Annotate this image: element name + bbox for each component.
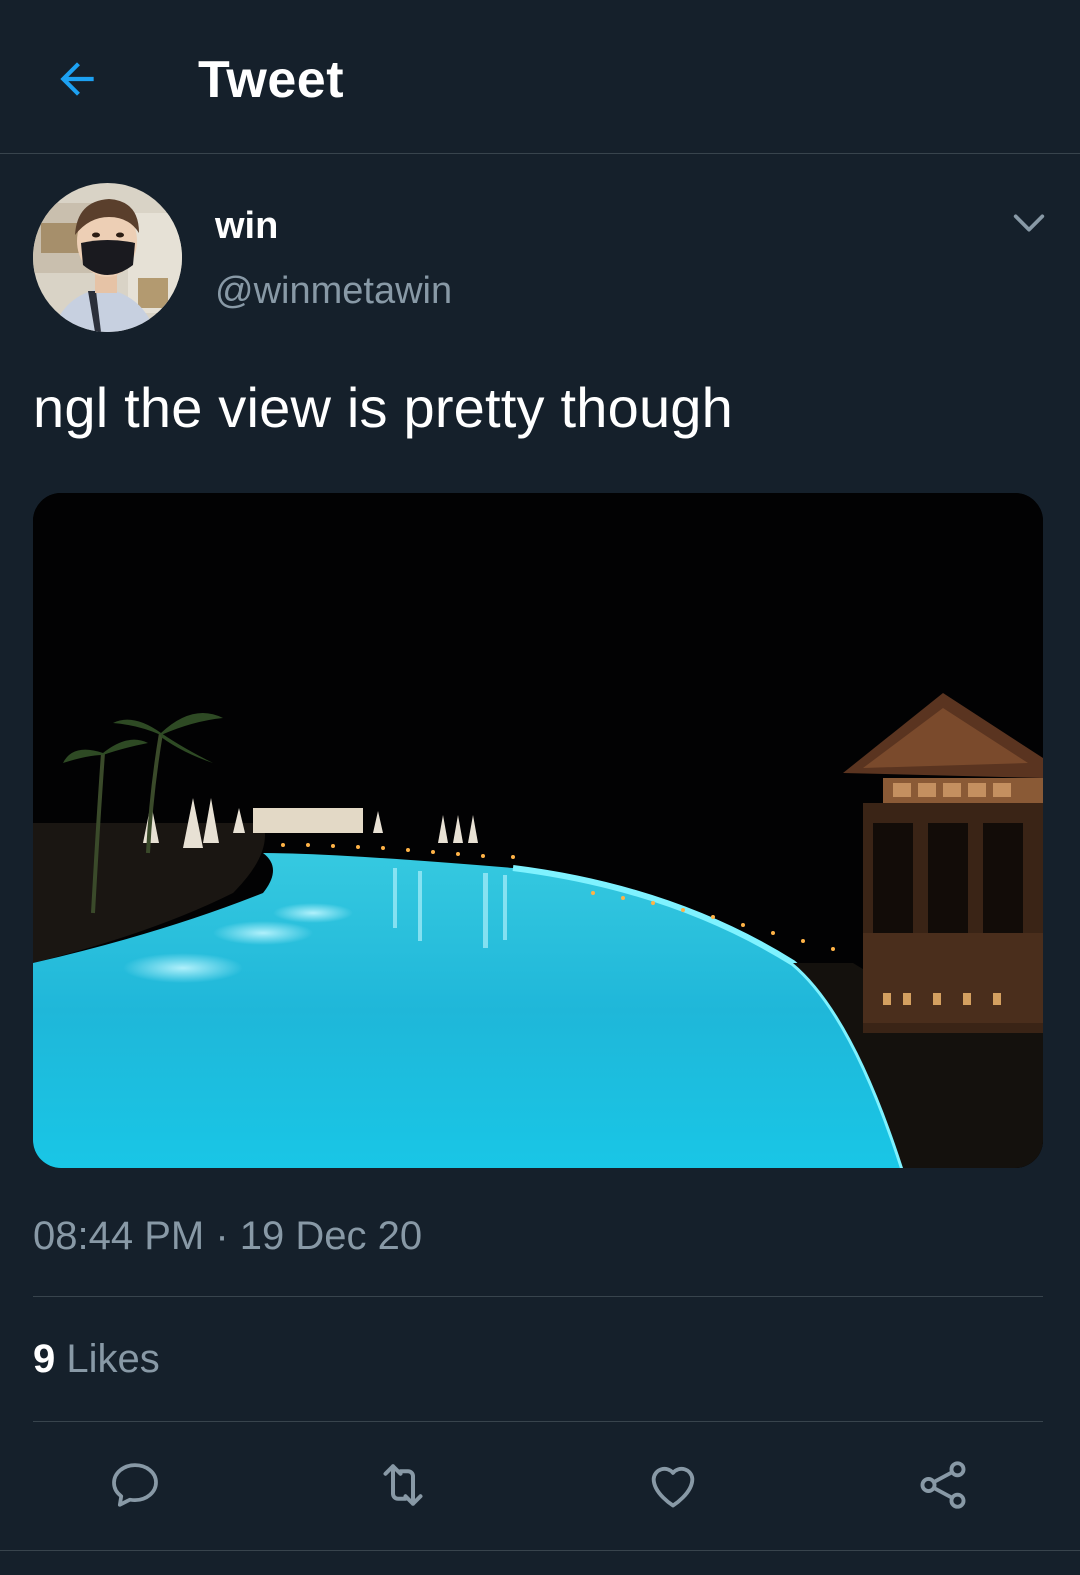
likes-label: Likes [66, 1337, 160, 1381]
night-pool-photo [33, 493, 1043, 1168]
share-button[interactable] [910, 1452, 976, 1518]
author-name[interactable]: win [215, 204, 278, 248]
share-icon [920, 1461, 966, 1509]
chevron-down-icon [1013, 214, 1045, 232]
page-title: Tweet [198, 51, 345, 109]
retweet-icon [383, 1464, 423, 1506]
avatar[interactable] [33, 183, 182, 332]
reply-button[interactable] [102, 1452, 168, 1518]
retweet-button[interactable] [370, 1452, 436, 1518]
divider [33, 1296, 1043, 1297]
back-button[interactable] [46, 48, 108, 110]
tweet-date: 19 Dec 20 [239, 1214, 423, 1258]
tweet-media[interactable] [33, 493, 1043, 1168]
likes-stat[interactable]: 9 Likes [33, 1335, 160, 1383]
avatar-photo [33, 183, 182, 332]
divider [0, 1550, 1080, 1551]
tweet-time: 08:44 PM [33, 1214, 205, 1258]
more-options-button[interactable] [1006, 200, 1052, 246]
reply-icon [112, 1463, 158, 1507]
header-bar: Tweet [0, 0, 1080, 154]
like-button[interactable] [640, 1452, 706, 1518]
tweet-timestamp[interactable]: 08:44 PM · 19 Dec 20 [33, 1212, 422, 1260]
heart-icon [651, 1466, 695, 1508]
tweet-detail-screen: Tweet win @winmetawin ngl the view is pr… [0, 0, 1080, 1575]
arrow-left-icon [60, 62, 94, 96]
action-bar [0, 1422, 1080, 1550]
likes-count: 9 [33, 1337, 56, 1381]
tweet-text: ngl the view is pretty though [33, 376, 733, 439]
timestamp-separator: · [215, 1214, 229, 1258]
author-handle[interactable]: @winmetawin [215, 268, 452, 314]
